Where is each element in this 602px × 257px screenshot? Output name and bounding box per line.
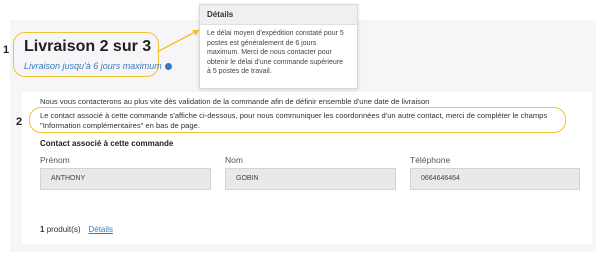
prenom-field[interactable]: ANTHONY — [40, 168, 211, 190]
tooltip-body: Le délai moyen d'expédition constaté pou… — [207, 30, 344, 76]
contact-heading: Contact associé à cette commande — [40, 139, 174, 148]
delivery-delay-note[interactable]: Livraison jusqu'à 6 jours maximum — [24, 61, 172, 71]
contact-info-line-2: "Information complémentaires" en bas de … — [40, 121, 200, 130]
nom-field[interactable]: GOBIN — [225, 168, 396, 190]
details-tooltip: Détails Le délai moyen d'expédition cons… — [199, 4, 358, 89]
delivery-delay-text: Livraison jusqu'à 6 jours maximum — [24, 61, 162, 71]
prenom-label: Prénom — [40, 155, 70, 165]
nom-label: Nom — [225, 155, 243, 165]
telephone-field[interactable]: 0664646464 — [410, 168, 580, 190]
annotation-marker-1: 1 — [3, 44, 10, 56]
product-count-number: 1 — [40, 225, 45, 234]
details-link[interactable]: Détails — [88, 225, 112, 234]
telephone-label: Téléphone — [410, 155, 451, 165]
step-title: Livraison 2 sur 3 — [24, 38, 152, 55]
info-icon[interactable] — [164, 62, 172, 70]
product-count: 1 produit(s) Détails — [40, 225, 113, 234]
annotation-marker-2: 2 — [16, 116, 23, 128]
tooltip-title: Détails — [200, 5, 357, 25]
product-count-label: produit(s) — [46, 225, 81, 234]
delivery-intro-text: Nous vous contacterons au plus vite dès … — [40, 97, 430, 106]
contact-info-line-1: Le contact associé à cette commande s'af… — [40, 111, 548, 120]
